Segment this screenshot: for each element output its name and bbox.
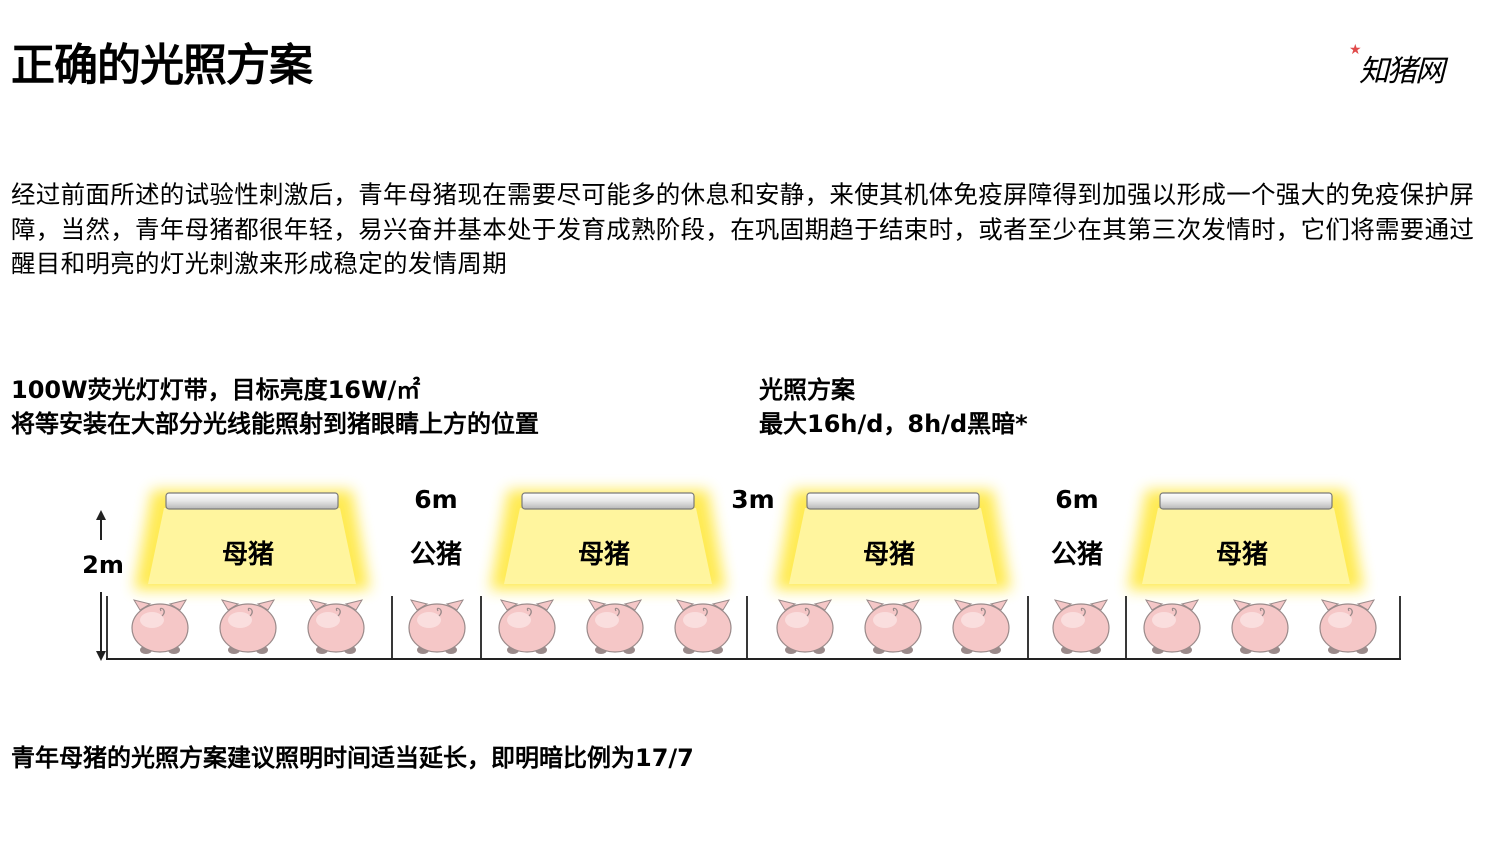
pig-highlight: [1240, 612, 1264, 628]
pig-icon: [864, 599, 922, 654]
fluorescent-lamp: [165, 492, 339, 510]
fluorescent-lamp: [521, 492, 695, 510]
pig-highlight: [1061, 612, 1085, 628]
height-label: 2m: [82, 551, 124, 579]
pig-highlight: [1328, 612, 1352, 628]
pig-icon: [1319, 599, 1377, 654]
pig-icon: [1231, 599, 1289, 654]
pig-icon: [498, 599, 556, 654]
pig-highlight: [785, 612, 809, 628]
pig-highlight: [316, 612, 340, 628]
pig-icon: [674, 599, 732, 654]
pig-body: [408, 603, 466, 653]
pig-highlight: [961, 612, 985, 628]
sow-zone-label: 母猪: [222, 540, 274, 570]
spacing-label: 6m: [1055, 485, 1098, 514]
pig-body: [776, 603, 834, 653]
pig-highlight: [873, 612, 897, 628]
pig-body: [307, 603, 365, 653]
sow-zone-label: 母猪: [578, 540, 630, 570]
pig-body: [131, 603, 189, 653]
pig-icon: [408, 599, 466, 654]
pig-icon: [219, 599, 277, 654]
fluorescent-lamp: [806, 492, 980, 510]
pig-highlight: [1152, 612, 1176, 628]
pig-highlight: [140, 612, 164, 628]
pig-icon: [952, 599, 1010, 654]
height-arrowhead-up: [96, 510, 106, 520]
pig-icon: [1143, 599, 1201, 654]
bottom-note: 青年母猪的光照方案建议照明时间适当延长，即明暗比例为17/7: [11, 744, 694, 772]
pig-icon: [307, 599, 365, 654]
pig-highlight: [417, 612, 441, 628]
pig-body: [952, 603, 1010, 653]
pig-icon: [776, 599, 834, 654]
pig-highlight: [507, 612, 531, 628]
pig-body: [498, 603, 556, 653]
pig-body: [864, 603, 922, 653]
boar-zone-label: 公猪: [1051, 540, 1103, 570]
boar-zone-label: 公猪: [410, 540, 462, 570]
pig-highlight: [228, 612, 252, 628]
fluorescent-lamp: [1159, 492, 1333, 510]
pig-highlight: [595, 612, 619, 628]
pig-body: [586, 603, 644, 653]
pig-body: [1052, 603, 1110, 653]
spacing-label: 3m: [731, 485, 774, 514]
pig-body: [674, 603, 732, 653]
pig-highlight: [683, 612, 707, 628]
pig-body: [1319, 603, 1377, 653]
spacing-label: 6m: [414, 485, 457, 514]
pig-icon: [586, 599, 644, 654]
pig-body: [1143, 603, 1201, 653]
pig-icon: [1052, 599, 1110, 654]
pig-body: [219, 603, 277, 653]
pig-icon: [131, 599, 189, 654]
lighting-layout-diagram: 母猪 母猪 母猪 母猪 公猪 公猪 6m 3m 6m 2m: [82, 485, 1401, 661]
sow-zone-label: 母猪: [1216, 540, 1268, 570]
height-arrowhead-down: [96, 651, 106, 661]
pig-body: [1231, 603, 1289, 653]
sow-zone-label: 母猪: [863, 540, 915, 570]
